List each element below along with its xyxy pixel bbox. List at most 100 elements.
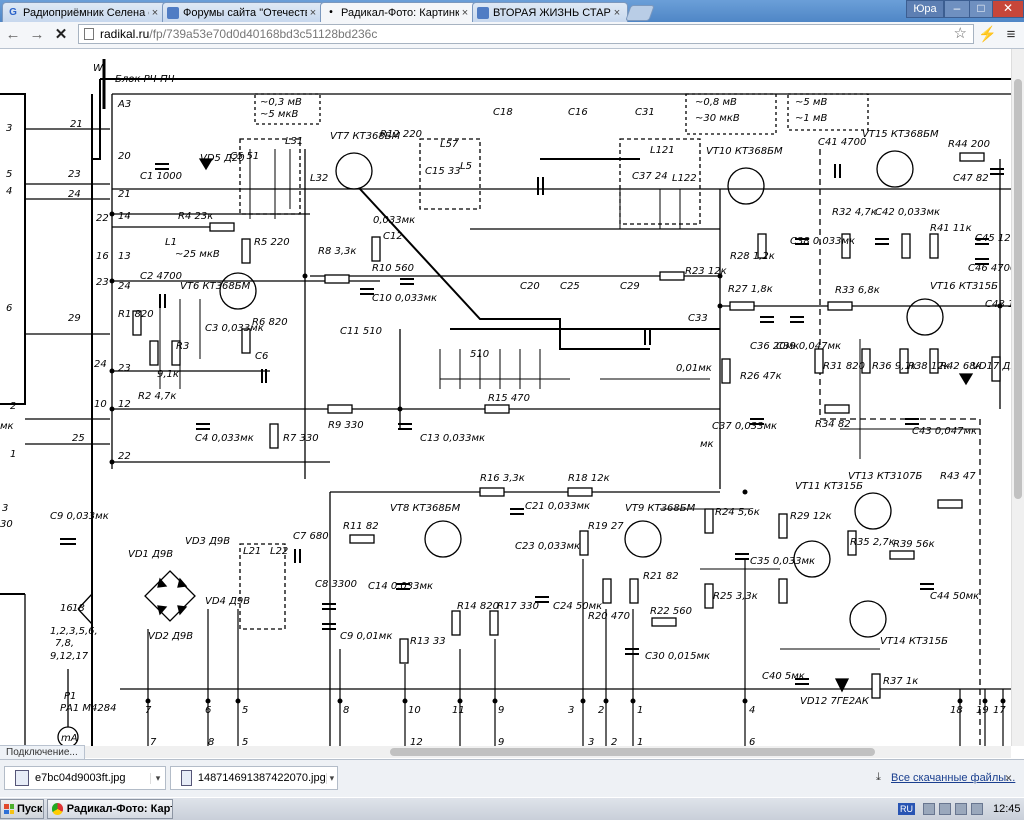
tab-2-active[interactable]: • Радикал-Фото: Картинка × bbox=[320, 2, 476, 22]
component-label: L31 bbox=[285, 136, 303, 147]
component-label: L57 bbox=[440, 139, 459, 150]
forward-arrow-icon[interactable]: → bbox=[28, 26, 46, 44]
component-label: L21 bbox=[243, 546, 261, 557]
tab-1[interactable]: Форумы сайта "Отечественная × bbox=[162, 2, 324, 22]
volume-icon[interactable] bbox=[955, 803, 967, 815]
tab-close-icon[interactable]: × bbox=[307, 7, 319, 19]
pin-number: 3 bbox=[6, 123, 12, 134]
bottom-pin: 9 bbox=[498, 705, 504, 716]
close-shelf-icon[interactable]: × bbox=[1005, 771, 1012, 785]
component-label: R5 220 bbox=[254, 237, 290, 248]
component-label: С31 bbox=[635, 107, 655, 118]
bottom-pin: 1 bbox=[637, 705, 643, 716]
bottom-pin: 7 bbox=[145, 705, 152, 716]
component-label: L1 bbox=[165, 237, 177, 248]
component-label: С41 4700 bbox=[818, 137, 866, 148]
pin-number: 10 bbox=[94, 399, 107, 410]
component-label: R31 820 bbox=[823, 361, 865, 372]
component-label: R32 4,7к bbox=[832, 207, 877, 218]
component-label: R7 330 bbox=[283, 433, 319, 444]
component-label: R19 27 bbox=[588, 521, 624, 532]
component-label: R24 5,6к bbox=[715, 507, 760, 518]
component-label: L32 bbox=[310, 173, 328, 184]
transistor-label: VT10 КТ368БМ bbox=[706, 146, 783, 157]
tab-close-icon[interactable]: × bbox=[149, 7, 161, 19]
profile-button[interactable]: Юра bbox=[906, 0, 944, 18]
horizontal-scrollbar[interactable] bbox=[0, 746, 1011, 758]
page-icon bbox=[84, 28, 94, 40]
bottom-pin: 8 bbox=[208, 737, 214, 746]
pin-number: 23 bbox=[96, 277, 109, 288]
component-label: 0,033мк bbox=[373, 215, 415, 226]
minimize-button[interactable]: – bbox=[944, 0, 970, 18]
download-item[interactable]: e7bc04d9003ft.jpg ▾ bbox=[4, 766, 166, 790]
chrome-icon bbox=[52, 803, 63, 815]
taskbar-window-item[interactable]: Радикал-Фото: Карт... bbox=[47, 799, 173, 819]
extension-icon[interactable]: ⚡ bbox=[978, 26, 997, 44]
pin-number: 5 bbox=[6, 169, 12, 180]
tab-title: ВТОРАЯ ЖИЗНЬ СТАРОГО Р bbox=[493, 6, 611, 19]
scroll-thumb[interactable] bbox=[1014, 79, 1022, 499]
pin-number: 29 bbox=[68, 313, 81, 324]
tab-close-icon[interactable]: × bbox=[611, 7, 623, 19]
dropdown-arrow-icon[interactable]: ▾ bbox=[325, 772, 337, 784]
tab-3[interactable]: ВТОРАЯ ЖИЗНЬ СТАРОГО Р × bbox=[472, 2, 628, 22]
bottom-pin: 7 bbox=[150, 737, 157, 746]
pin-number: 21 bbox=[118, 189, 131, 200]
component-label: С25 bbox=[560, 281, 580, 292]
pin-number: 2 bbox=[10, 401, 16, 412]
taskbar-window-label: Радикал-Фото: Карт... bbox=[66, 803, 172, 815]
stop-icon[interactable]: ✕ bbox=[52, 26, 70, 44]
edge-value: 9,12,17 bbox=[50, 651, 89, 662]
tab-0[interactable]: G Радиоприёмник Селена схема × bbox=[2, 2, 166, 22]
address-bar[interactable]: radikal.ru /fp/739a53e70d0d40168bd3c5112… bbox=[78, 24, 974, 44]
component-label: С18 bbox=[493, 107, 513, 118]
edge-value: 1,2,3,5,6, bbox=[50, 626, 98, 637]
clock[interactable]: 12:45 bbox=[993, 803, 1021, 815]
page-favicon-icon bbox=[167, 6, 179, 19]
tray-app-icon[interactable] bbox=[971, 803, 983, 815]
scroll-thumb[interactable] bbox=[390, 748, 875, 756]
new-tab-button[interactable] bbox=[625, 5, 655, 21]
level-note: ~0,3 мВ bbox=[260, 97, 302, 108]
close-window-button[interactable]: ✕ bbox=[992, 0, 1024, 18]
download-item[interactable]: 148714691387422070.jpg ▾ bbox=[170, 766, 338, 790]
component-label: R18 12к bbox=[568, 473, 610, 484]
component-label: С14 0,033мк bbox=[368, 581, 433, 592]
tab-close-icon[interactable]: × bbox=[459, 7, 471, 19]
transistor-label: VT13 КТ3107Б bbox=[848, 471, 923, 482]
start-button[interactable]: Пуск bbox=[0, 799, 44, 819]
tab-title: Форумы сайта "Отечественная bbox=[183, 6, 307, 19]
component-label: R39 56к bbox=[893, 539, 935, 550]
level-note: ~25 мкВ bbox=[175, 249, 220, 260]
bookmark-star-icon[interactable]: ☆ bbox=[954, 25, 967, 43]
language-indicator[interactable]: RU bbox=[898, 803, 915, 815]
component-label: С33 bbox=[688, 313, 708, 324]
component-label: 0,01мк bbox=[676, 363, 712, 374]
menu-icon[interactable]: ≡ bbox=[1002, 26, 1020, 44]
start-label: Пуск bbox=[17, 803, 43, 815]
maximize-button[interactable]: □ bbox=[969, 0, 993, 18]
network-icon[interactable] bbox=[939, 803, 951, 815]
tab-strip: G Радиоприёмник Селена схема × Форумы са… bbox=[0, 0, 1024, 22]
tab-title: Радикал-Фото: Картинка bbox=[341, 6, 459, 19]
pin-number: 23 bbox=[68, 169, 81, 180]
block-id: А3 bbox=[117, 99, 131, 110]
component-label: R22 560 bbox=[650, 606, 692, 617]
back-arrow-icon[interactable]: ← bbox=[4, 26, 22, 44]
dropdown-arrow-icon[interactable]: ▾ bbox=[150, 772, 165, 784]
vertical-scrollbar[interactable] bbox=[1011, 49, 1024, 746]
component-label: R41 11к bbox=[930, 223, 972, 234]
pin-number: 12 bbox=[118, 399, 131, 410]
bottom-pin: 9 bbox=[498, 737, 504, 746]
download-arrow-icon: ⤓ bbox=[876, 771, 881, 783]
show-all-downloads-link[interactable]: Все скачанные файлы... bbox=[891, 772, 1015, 784]
component-label: R26 47к bbox=[740, 371, 782, 382]
component-label: R10 560 bbox=[372, 263, 414, 274]
component-label: R21 82 bbox=[643, 571, 679, 582]
component-label: mA bbox=[61, 733, 78, 744]
pin-number: 24 bbox=[68, 189, 81, 200]
tray-app-icon[interactable] bbox=[923, 803, 935, 815]
component-label: С45 12 bbox=[975, 233, 1011, 244]
transistor-label: VT8 КТ368БМ bbox=[390, 503, 461, 514]
